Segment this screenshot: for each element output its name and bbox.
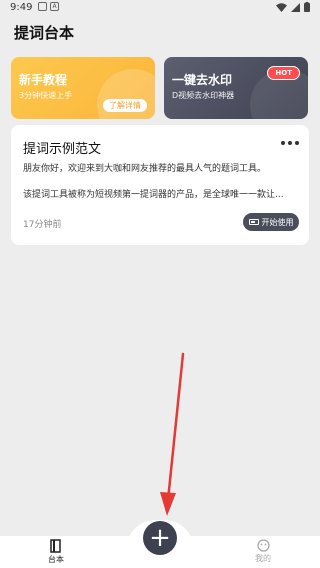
status-bar: 9:49 A xyxy=(0,0,320,16)
tutorial-card[interactable]: 新手教程 3分钟快速上手 了解详情 xyxy=(11,57,155,119)
remove-watermark-card[interactable]: 一键去水印 D视频去水印神器 HOT xyxy=(164,57,308,119)
wifi-icon xyxy=(276,2,287,12)
status-right-icons xyxy=(276,2,310,12)
battery-icon xyxy=(304,2,310,12)
more-options-icon[interactable] xyxy=(281,139,299,147)
status-time: 9:49 xyxy=(10,2,33,13)
signal-icon xyxy=(291,2,300,12)
profile-icon xyxy=(256,539,270,552)
tutorial-title: 新手教程 xyxy=(19,73,68,87)
watermark-title: 一键去水印 xyxy=(172,73,233,87)
script-title: 提词示例范文 xyxy=(23,142,102,157)
teleprompter-icon xyxy=(248,219,259,225)
nav-item-scripts[interactable]: 台本 xyxy=(36,539,76,565)
page-title: 提词台本 xyxy=(14,24,75,42)
notification-icon xyxy=(38,2,47,11)
add-script-button[interactable]: + xyxy=(143,521,177,555)
hot-badge: HOT xyxy=(267,66,300,80)
start-using-label: 开始使用 xyxy=(261,217,294,227)
nav-label-mine: 我的 xyxy=(255,554,271,563)
nav-label-scripts: 台本 xyxy=(48,555,64,564)
script-preview-line: 朋友你好，欢迎来到大咖和网友推荐的最具人气的题词工具。 xyxy=(23,164,267,174)
tutorial-subtitle: 3分钟快速上手 xyxy=(19,91,73,100)
script-preview-line: 该提词工具被称为短视频第一提词器的产品，是全球唯一一款让... xyxy=(23,190,284,200)
start-using-button[interactable]: 开始使用 xyxy=(243,213,299,231)
status-notification-icons: A xyxy=(38,2,59,11)
nav-item-mine[interactable]: 我的 xyxy=(243,539,283,564)
red-arrow-annotation xyxy=(160,352,185,516)
font-notification-icon: A xyxy=(50,2,59,11)
script-card[interactable]: 提词示例范文 朋友你好，欢迎来到大咖和网友推荐的最具人气的题词工具。 该提词工具… xyxy=(11,125,309,245)
book-icon xyxy=(50,539,61,553)
learn-more-button[interactable]: 了解详情 xyxy=(103,99,147,112)
watermark-subtitle: D视频去水印神器 xyxy=(172,91,235,100)
script-timestamp: 17分钟前 xyxy=(23,220,62,230)
